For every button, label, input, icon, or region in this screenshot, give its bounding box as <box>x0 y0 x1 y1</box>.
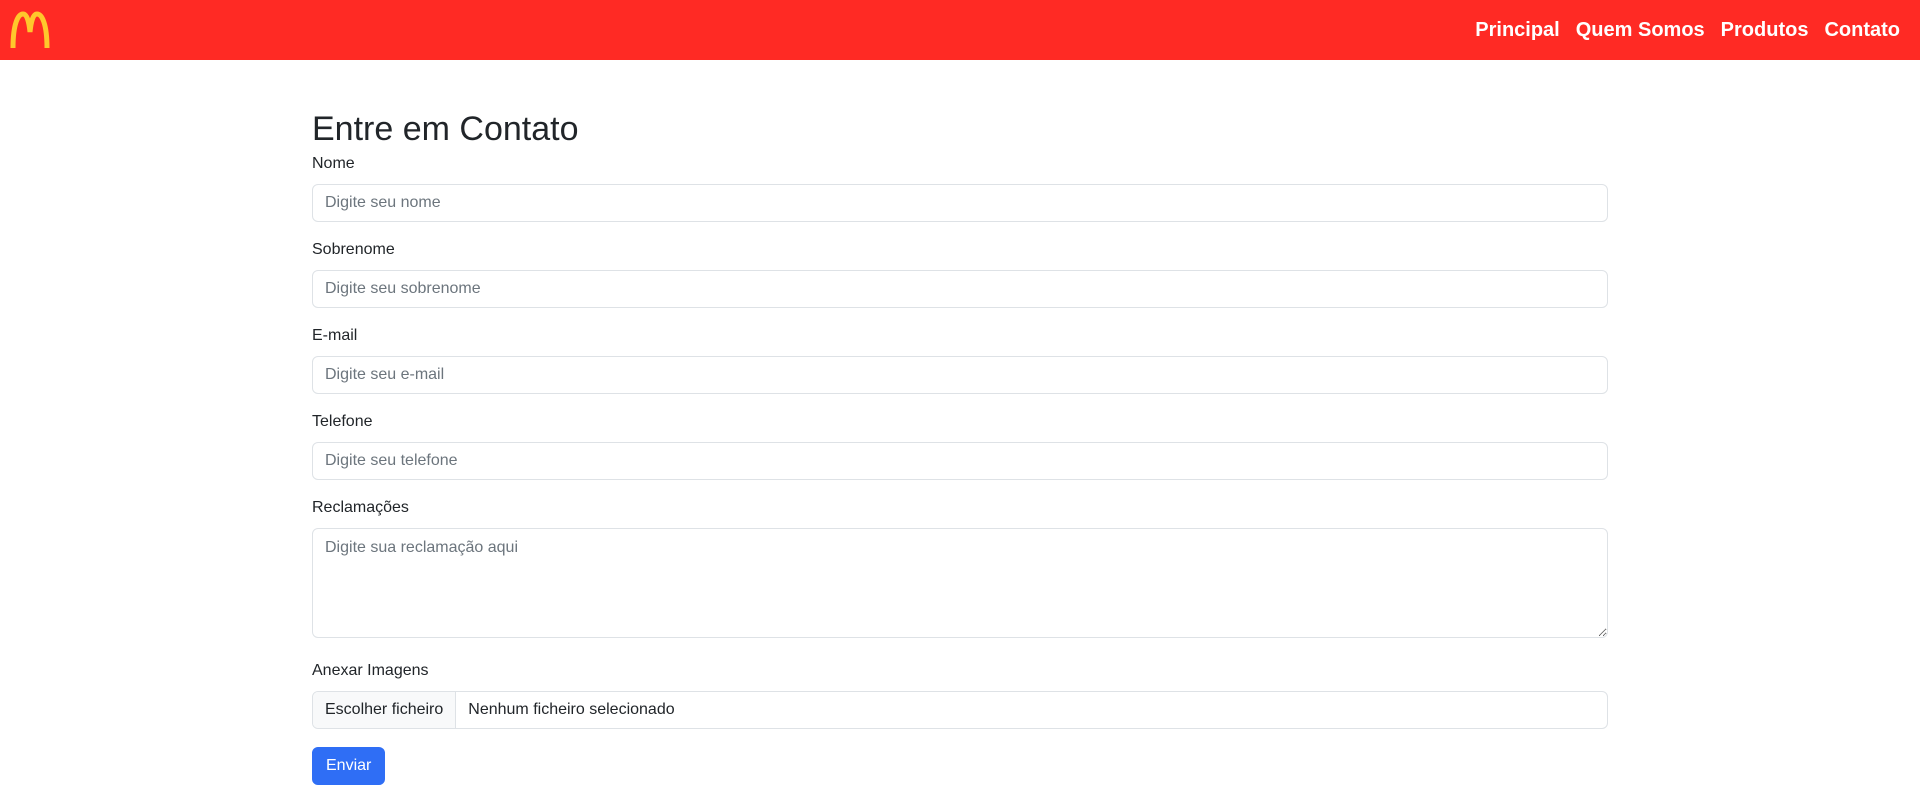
mcdonalds-arches-icon[interactable] <box>10 8 54 52</box>
nav-link-produtos[interactable]: Produtos <box>1721 19 1809 42</box>
sobrenome-label: Sobrenome <box>312 241 395 258</box>
telefone-label: Telefone <box>312 413 373 430</box>
nav-link-principal[interactable]: Principal <box>1475 19 1559 42</box>
email-input[interactable] <box>312 356 1608 394</box>
file-status: Nenhum ficheiro selecionado <box>468 701 675 718</box>
email-group: E-mail <box>312 326 1608 394</box>
choose-file-button[interactable]: Escolher ficheiro <box>313 692 457 728</box>
reclamacoes-group: Reclamações <box>312 498 1608 643</box>
contact-form: Entre em Contato Nome Sobrenome E-mail T… <box>312 106 1608 785</box>
page-title: Entre em Contato <box>312 110 579 148</box>
nome-label: Nome <box>312 155 355 172</box>
email-label: E-mail <box>312 327 358 344</box>
navbar: Principal Quem Somos Produtos Contato <box>0 0 1920 60</box>
reclamacoes-textarea[interactable] <box>312 528 1608 638</box>
telefone-group: Telefone <box>312 412 1608 480</box>
reclamacoes-label: Reclamações <box>312 499 409 516</box>
file-input[interactable]: Escolher ficheiro Nenhum ficheiro seleci… <box>312 691 1608 729</box>
anexo-label: Anexar Imagens <box>312 662 429 679</box>
nome-input[interactable] <box>312 184 1608 222</box>
sobrenome-group: Sobrenome <box>312 240 1608 308</box>
submit-button[interactable]: Enviar <box>312 747 386 785</box>
nav-link-contato[interactable]: Contato <box>1824 19 1900 42</box>
nome-group: Nome <box>312 154 1608 222</box>
anexo-group: Anexar Imagens Escolher ficheiro Nenhum … <box>312 661 1608 729</box>
telefone-input[interactable] <box>312 442 1608 480</box>
sobrenome-input[interactable] <box>312 270 1608 308</box>
nav-link-quem-somos[interactable]: Quem Somos <box>1576 19 1705 42</box>
nav-links: Principal Quem Somos Produtos Contato <box>1475 19 1900 42</box>
